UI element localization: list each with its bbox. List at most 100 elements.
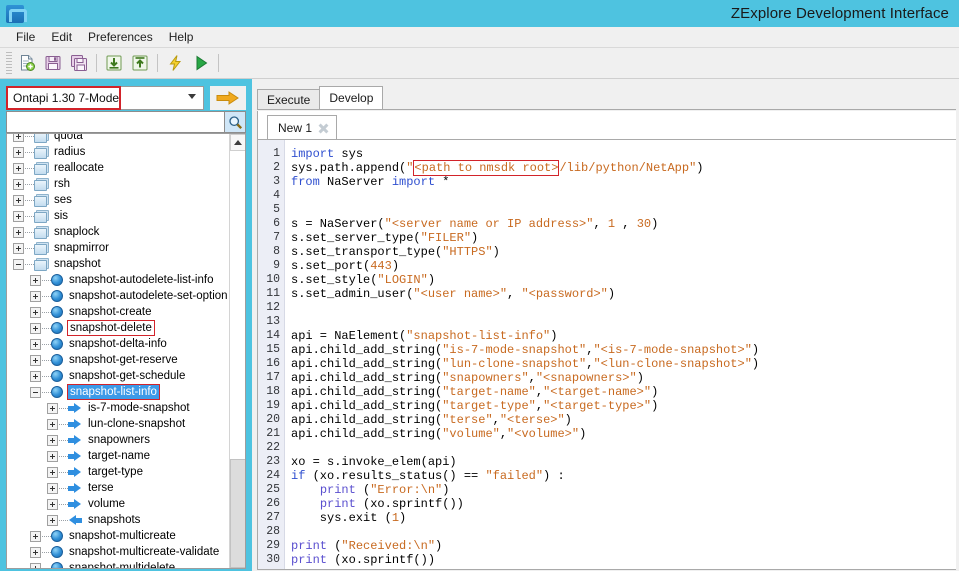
- tree-item[interactable]: snapshot-delete: [7, 320, 229, 336]
- tree-item[interactable]: volume: [7, 496, 229, 512]
- expand-icon[interactable]: [47, 434, 58, 446]
- tree-item[interactable]: snapshot-multicreate: [7, 528, 229, 544]
- expand-icon[interactable]: [30, 290, 41, 302]
- search-button[interactable]: [225, 111, 246, 133]
- tree-item[interactable]: ses: [7, 192, 229, 208]
- scrollbar-thumb[interactable]: [230, 459, 245, 568]
- expand-icon[interactable]: [30, 306, 41, 318]
- tree-item[interactable]: reallocate: [7, 160, 229, 176]
- ontapi-version-select[interactable]: Ontapi 1.30 7-Mode: [6, 86, 205, 110]
- expand-icon[interactable]: [47, 498, 58, 510]
- new-file-icon[interactable]: [15, 51, 39, 75]
- code-content[interactable]: import sys sys.path.append("<path to nmsd…: [285, 140, 956, 569]
- tree-item[interactable]: quota: [7, 134, 229, 144]
- tree-item[interactable]: snapmirror: [7, 240, 229, 256]
- tab-execute[interactable]: Execute: [257, 89, 321, 109]
- tree-item[interactable]: lun-clone-snapshot: [7, 416, 229, 432]
- tree-item[interactable]: snapshot-get-reserve: [7, 352, 229, 368]
- tree-connector: [59, 407, 68, 409]
- close-icon[interactable]: [318, 123, 329, 134]
- expand-icon[interactable]: [30, 322, 41, 334]
- expand-icon[interactable]: [30, 338, 41, 350]
- tree-connector: [59, 423, 68, 425]
- run-icon[interactable]: [189, 51, 213, 75]
- expand-icon[interactable]: [47, 418, 58, 430]
- scroll-up-icon[interactable]: [230, 134, 245, 151]
- expand-icon[interactable]: [47, 450, 58, 462]
- expand-icon[interactable]: [30, 274, 41, 286]
- tree-connector: [42, 567, 51, 568]
- tree-item[interactable]: snapshot: [7, 256, 229, 272]
- code-token: "FILER": [420, 231, 472, 245]
- expand-icon[interactable]: [47, 514, 58, 526]
- search-input[interactable]: [6, 111, 225, 133]
- collapse-icon[interactable]: [30, 386, 41, 398]
- tree-item[interactable]: snapowners: [7, 432, 229, 448]
- line-number: 8: [273, 245, 280, 258]
- expand-icon[interactable]: [30, 370, 41, 382]
- tree-item-label: snapshot: [54, 258, 101, 270]
- expand-icon[interactable]: [13, 210, 24, 222]
- menu-edit[interactable]: Edit: [43, 28, 80, 46]
- expand-icon[interactable]: [13, 242, 24, 254]
- menu-help[interactable]: Help: [161, 28, 202, 46]
- tree-item[interactable]: snapshot-get-schedule: [7, 368, 229, 384]
- collapse-icon[interactable]: [13, 258, 24, 270]
- expand-icon[interactable]: [47, 466, 58, 478]
- go-button[interactable]: [210, 86, 246, 110]
- tree-item[interactable]: snapshot-multidelete: [7, 560, 229, 568]
- menu-file[interactable]: File: [8, 28, 43, 46]
- chevron-down-icon: [188, 94, 197, 99]
- import-icon[interactable]: [102, 51, 126, 75]
- expand-icon[interactable]: [13, 226, 24, 238]
- code-line: s.set_style("LOGIN"): [291, 273, 956, 287]
- expand-icon[interactable]: [47, 402, 58, 414]
- save-icon[interactable]: [41, 51, 65, 75]
- menu-preferences[interactable]: Preferences: [80, 28, 161, 46]
- code-token: api.child_add_string(: [291, 413, 443, 427]
- main-panel: Execute Develop New 1 1 2 3 4 5 6 7 8 9 10 11 12 13 1…: [252, 79, 959, 571]
- tree-item[interactable]: target-type: [7, 464, 229, 480]
- tree-item[interactable]: sis: [7, 208, 229, 224]
- tree-item[interactable]: radius: [7, 144, 229, 160]
- expand-icon[interactable]: [13, 146, 24, 158]
- api-tree[interactable]: quota radius reallocate rsh ses sis snaplock sn…: [7, 134, 229, 568]
- expand-icon[interactable]: [13, 134, 24, 142]
- save-all-icon[interactable]: [67, 51, 91, 75]
- expand-icon[interactable]: [13, 194, 24, 206]
- line-number: 17: [266, 371, 280, 384]
- document-tab-new-1[interactable]: New 1: [267, 115, 338, 140]
- expand-icon[interactable]: [30, 530, 41, 542]
- tree-item[interactable]: target-name: [7, 448, 229, 464]
- tree-item[interactable]: snapshots: [7, 512, 229, 528]
- code-editor[interactable]: 1 2 3 4 5 6 7 8 9 10 11 12 13 14 15 16 17 18 19 20 21 22 23 24 2…: [257, 139, 957, 570]
- expand-icon[interactable]: [30, 562, 41, 568]
- expand-icon[interactable]: [13, 178, 24, 190]
- expand-icon[interactable]: [30, 354, 41, 366]
- tree-scrollbar[interactable]: [229, 134, 245, 568]
- tree-item[interactable]: snapshot-list-info: [7, 384, 229, 400]
- tree-item[interactable]: snapshot-multicreate-validate: [7, 544, 229, 560]
- tree-item[interactable]: snapshot-autodelete-list-info: [7, 272, 229, 288]
- toolbar-grip[interactable]: [6, 52, 12, 74]
- tree-item[interactable]: snapshot-create: [7, 304, 229, 320]
- lightning-icon[interactable]: [163, 51, 187, 75]
- tree-item[interactable]: snapshot-delta-info: [7, 336, 229, 352]
- code-token: NaServer: [327, 175, 392, 189]
- tree-item[interactable]: snapshot-autodelete-set-option: [7, 288, 229, 304]
- expand-icon[interactable]: [47, 482, 58, 494]
- expand-icon[interactable]: [30, 546, 41, 558]
- code-token: s.set_style(: [291, 273, 378, 287]
- tree-item[interactable]: rsh: [7, 176, 229, 192]
- tree-item[interactable]: snaplock: [7, 224, 229, 240]
- tree-item[interactable]: is-7-mode-snapshot: [7, 400, 229, 416]
- export-icon[interactable]: [128, 51, 152, 75]
- code-token: ): [651, 385, 659, 399]
- expand-icon[interactable]: [13, 162, 24, 174]
- tree-item-label: snapshot-autodelete-set-option: [69, 290, 228, 302]
- tree-item[interactable]: terse: [7, 480, 229, 496]
- tab-develop[interactable]: Develop: [319, 86, 384, 109]
- tree-item-label: snapshot-get-reserve: [69, 354, 178, 366]
